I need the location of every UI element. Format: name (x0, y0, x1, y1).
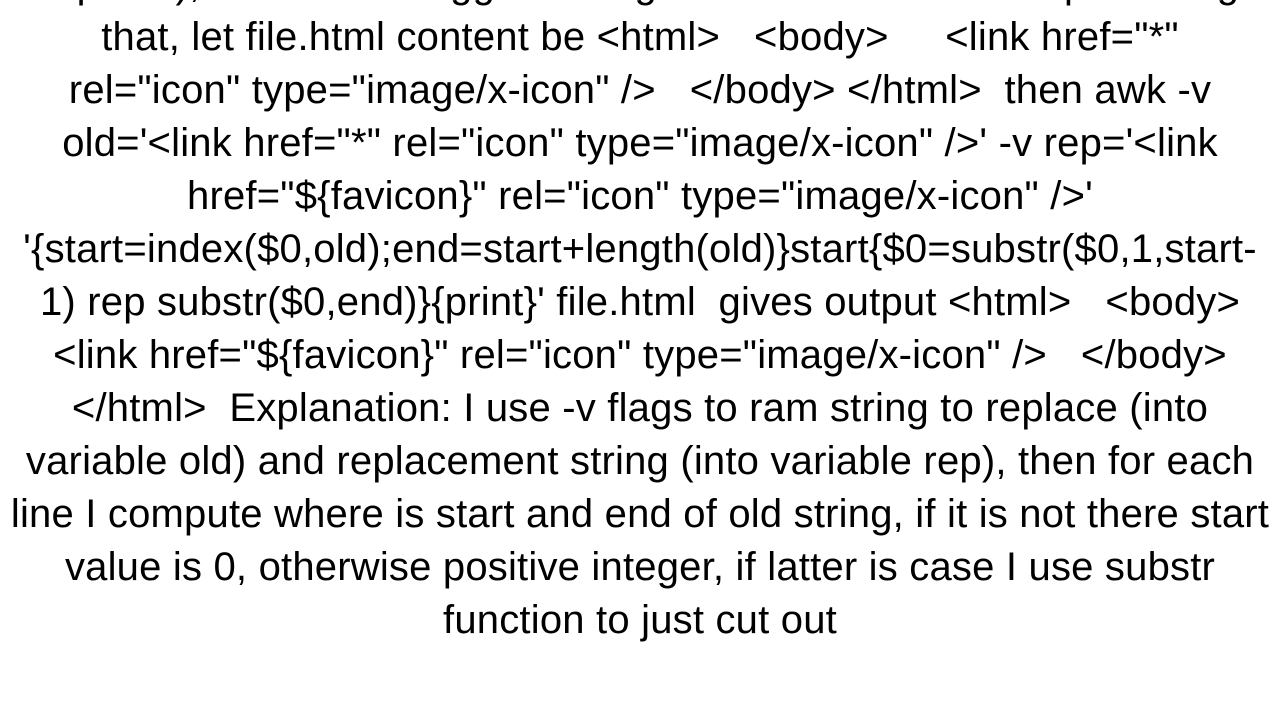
document-body-text: repeats), therefore I suggest using inde… (0, 0, 1280, 647)
